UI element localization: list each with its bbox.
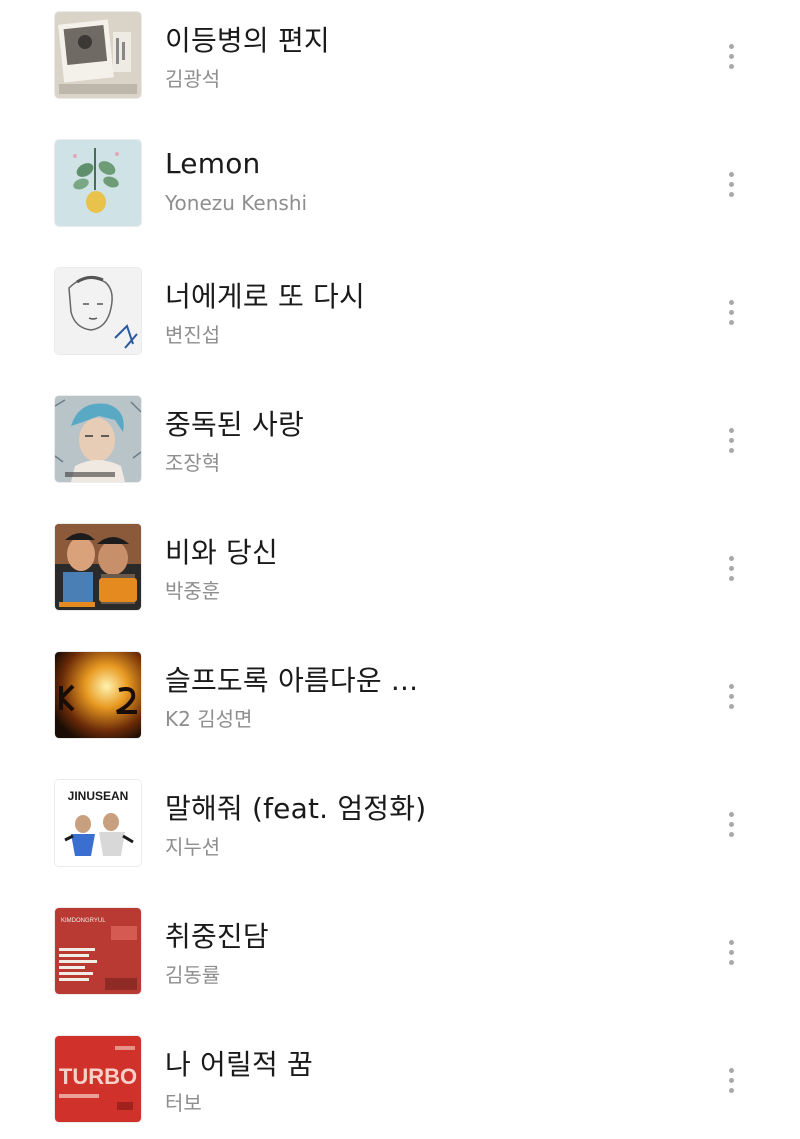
song-title: 중독된 사랑 (165, 408, 304, 441)
song-title: 나 어릴적 꿈 (165, 1048, 314, 1081)
more-dot (728, 703, 734, 709)
more-vertical-icon (728, 427, 734, 433)
pencil-portrait-cover (55, 268, 141, 354)
song-artist: 김광석 (165, 67, 221, 91)
album-art[interactable] (55, 268, 141, 354)
song-row[interactable]: KIMDONGRYUL 취중진담 김동률 (0, 901, 800, 1001)
album-art[interactable] (55, 524, 141, 610)
more-dot (728, 959, 734, 965)
song-row[interactable]: 비와 당신 박중훈 (0, 517, 800, 617)
song-row[interactable]: JINUSEAN 말해줘 (feat. 엄정화) 지누션 (0, 773, 800, 873)
song-row[interactable]: Lemon Yonezu Kenshi (0, 133, 800, 233)
cover-logo-text: KIMDONGRYUL (61, 918, 106, 924)
song-artist: 김동률 (165, 963, 221, 987)
more-vertical-icon (728, 939, 734, 945)
more-dot (728, 309, 734, 315)
song-title: 이등병의 편지 (165, 24, 330, 57)
more-options-button[interactable] (716, 676, 746, 716)
more-dot (728, 949, 734, 955)
more-dot (728, 181, 734, 187)
album-art[interactable] (55, 396, 141, 482)
song-row[interactable]: TURBO 나 어릴적 꿈 터보 (0, 1029, 800, 1129)
song-artist: 지누션 (165, 835, 221, 859)
lemon-branch-cover (55, 140, 141, 226)
more-vertical-icon (728, 299, 734, 305)
more-options-button[interactable] (716, 804, 746, 844)
album-art[interactable] (55, 12, 141, 98)
more-options-button[interactable] (716, 420, 746, 460)
song-title: 비와 당신 (165, 536, 278, 569)
polaroid-photo-cover (55, 12, 141, 98)
illustrated-portrait-cover (55, 396, 141, 482)
album-art[interactable]: JINUSEAN (55, 780, 141, 866)
more-vertical-icon (728, 683, 734, 689)
song-title: 취중진담 (165, 920, 269, 953)
song-row[interactable]: 슬프도록 아름다운 ... K2 김성면 (0, 645, 800, 745)
cover-logo-text: JINUSEAN (68, 789, 129, 803)
more-vertical-icon (728, 1067, 734, 1073)
more-options-button[interactable] (716, 1060, 746, 1100)
turbo-red-cover: TURBO (55, 1036, 141, 1122)
song-artist: Yonezu Kenshi (165, 191, 308, 215)
more-dot (728, 821, 734, 827)
song-list: 이등병의 편지 김광석 Lemon Yonezu Kenshi 너에게로 또 다… (0, 0, 800, 1139)
song-artist: 조장혁 (165, 451, 221, 475)
song-artist: K2 김성면 (165, 707, 253, 731)
song-title: 말해줘 (feat. 엄정화) (165, 792, 427, 825)
red-newspaper-cover: KIMDONGRYUL (55, 908, 141, 994)
song-title: 슬프도록 아름다운 ... (165, 664, 419, 697)
more-dot (728, 447, 734, 453)
more-vertical-icon (728, 555, 734, 561)
song-artist: 박중훈 (165, 579, 221, 603)
more-options-button[interactable] (716, 292, 746, 332)
cover-logo-text: TURBO (59, 1064, 137, 1089)
more-dot (728, 693, 734, 699)
song-title: 너에게로 또 다시 (165, 280, 365, 313)
song-artist: 터보 (165, 1091, 202, 1115)
more-dot (728, 437, 734, 443)
more-dot (728, 319, 734, 325)
more-options-button[interactable] (716, 36, 746, 76)
k2-flame-cover (55, 652, 141, 738)
album-art[interactable]: TURBO (55, 1036, 141, 1122)
song-row[interactable]: 너에게로 또 다시 변진섭 (0, 261, 800, 361)
song-row[interactable]: 중독된 사랑 조장혁 (0, 389, 800, 489)
song-title: Lemon (165, 147, 261, 180)
more-dot (728, 53, 734, 59)
more-options-button[interactable] (716, 548, 746, 588)
more-options-button[interactable] (716, 164, 746, 204)
jinusean-cover: JINUSEAN (55, 780, 141, 866)
more-dot (728, 1077, 734, 1083)
album-art[interactable] (55, 652, 141, 738)
album-art[interactable] (55, 140, 141, 226)
more-dot (728, 575, 734, 581)
song-artist: 변진섭 (165, 323, 221, 347)
more-options-button[interactable] (716, 932, 746, 972)
more-vertical-icon (728, 43, 734, 49)
more-dot (728, 63, 734, 69)
more-dot (728, 1087, 734, 1093)
album-art[interactable]: KIMDONGRYUL (55, 908, 141, 994)
more-dot (728, 831, 734, 837)
more-dot (728, 191, 734, 197)
more-dot (728, 565, 734, 571)
radio-star-cover (55, 524, 141, 610)
song-row[interactable]: 이등병의 편지 김광석 (0, 5, 800, 105)
more-vertical-icon (728, 811, 734, 817)
more-vertical-icon (728, 171, 734, 177)
